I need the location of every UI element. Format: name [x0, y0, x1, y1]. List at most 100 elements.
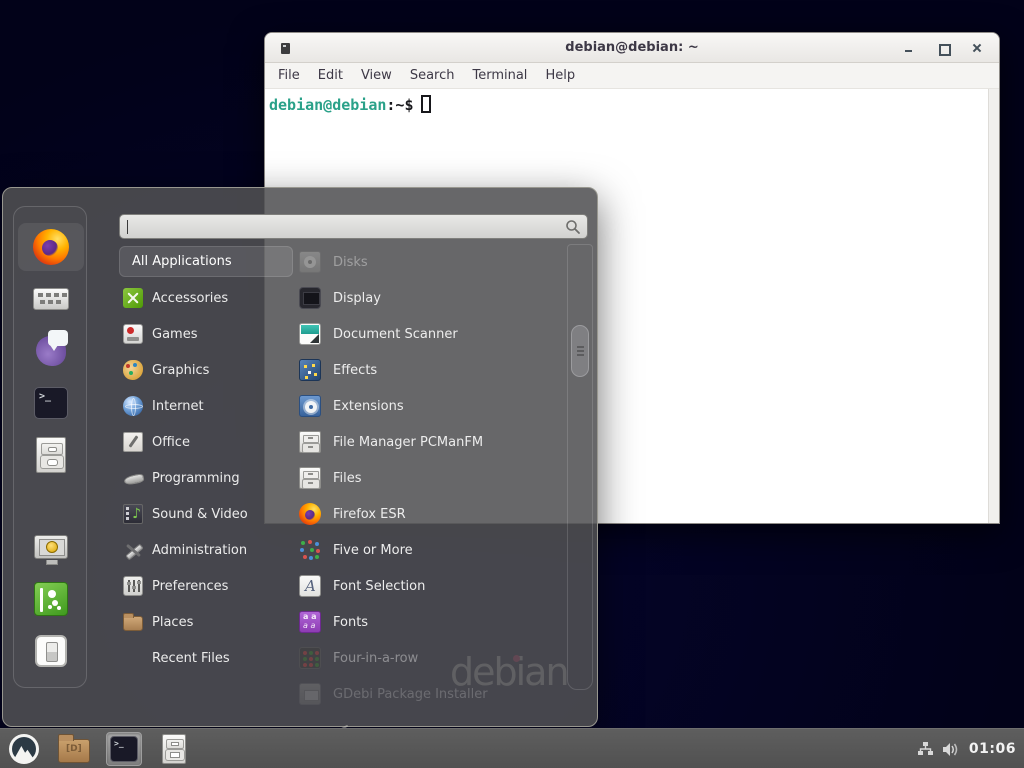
menu-help[interactable]: Help	[536, 65, 584, 86]
taskbar-terminal-button[interactable]: >_	[106, 732, 142, 766]
app-firefox-esr[interactable]: Firefox ESR	[293, 496, 569, 532]
prompt-user-host: debian@debian	[269, 96, 386, 114]
app-four-in-a-row[interactable]: Four-in-a-row	[293, 640, 569, 676]
category-programming[interactable]: Programming	[119, 460, 293, 496]
taskbar-files-button[interactable]	[156, 732, 192, 766]
fonts-icon	[299, 611, 321, 633]
menu-logo-icon	[9, 734, 39, 764]
application-menu: >_ All Applications Accessories Games Gr…	[2, 187, 598, 727]
category-games[interactable]: Games	[119, 316, 293, 352]
taskbar: >_ 01:06	[0, 728, 1024, 768]
terminal-scrollbar[interactable]	[988, 89, 999, 523]
lock-screen-icon	[34, 535, 68, 559]
text-caret	[127, 220, 128, 234]
terminal-icon: >_	[110, 736, 138, 762]
category-list: All Applications Accessories Games Graph…	[119, 244, 293, 676]
terminal-prompt: debian@debian:~$	[265, 89, 999, 114]
category-administration[interactable]: Administration	[119, 532, 293, 568]
terminal-cursor	[421, 95, 431, 113]
menu-button[interactable]	[6, 732, 42, 766]
app-gdebi-package-installer[interactable]: GDebi Package Installer	[293, 676, 569, 712]
app-five-or-more[interactable]: Five or More	[293, 532, 569, 568]
administration-tools-icon	[123, 540, 143, 560]
category-preferences[interactable]: Preferences	[119, 568, 293, 604]
prompt-path: :~$	[386, 96, 413, 114]
category-sound-video[interactable]: Sound & Video	[119, 496, 293, 532]
menu-search[interactable]: Search	[401, 65, 464, 86]
favorites-panel: >_	[13, 206, 87, 688]
firefox-icon	[299, 503, 321, 525]
favorite-screensaver[interactable]	[18, 523, 84, 571]
menu-file[interactable]: File	[269, 65, 309, 86]
extensions-gear-icon	[299, 395, 321, 417]
application-list: Disks Display Document Scanner Effects E…	[293, 244, 569, 712]
games-icon	[123, 324, 143, 344]
five-or-more-icon	[299, 539, 321, 561]
favorite-shutdown[interactable]	[18, 627, 84, 675]
app-fonts[interactable]: Fonts	[293, 604, 569, 640]
category-graphics[interactable]: Graphics	[119, 352, 293, 388]
menu-view[interactable]: View	[352, 65, 401, 86]
office-icon	[123, 432, 143, 452]
minimize-button[interactable]	[903, 42, 915, 54]
effects-icon	[299, 359, 321, 381]
file-cabinet-icon	[162, 734, 186, 764]
category-recent-files[interactable]: Recent Files	[119, 640, 293, 676]
category-all-applications[interactable]: All Applications	[119, 246, 293, 277]
favorite-file-manager[interactable]	[18, 431, 84, 479]
clock[interactable]: 01:06	[969, 741, 1016, 757]
folder-icon	[58, 739, 90, 763]
category-internet[interactable]: Internet	[119, 388, 293, 424]
logout-icon	[34, 582, 68, 616]
app-effects[interactable]: Effects	[293, 352, 569, 388]
terminal-titlebar[interactable]: debian@debian: ~	[265, 33, 999, 63]
shutdown-icon	[35, 635, 67, 667]
app-font-selection[interactable]: Font Selection	[293, 568, 569, 604]
category-accessories[interactable]: Accessories	[119, 280, 293, 316]
gdebi-icon	[299, 683, 321, 705]
keyboard-package-icon	[33, 288, 69, 310]
search-input[interactable]	[130, 217, 550, 236]
taskbar-file-manager-button[interactable]	[56, 732, 92, 766]
pidgin-icon	[36, 336, 66, 366]
firefox-icon	[33, 229, 69, 265]
desktop: debian debian@debian: ~ File Edit View S…	[0, 0, 1024, 768]
programming-icon	[123, 468, 143, 488]
favorite-terminal[interactable]: >_	[18, 379, 84, 427]
menu-search-field[interactable]	[119, 214, 588, 239]
favorite-logout[interactable]	[18, 575, 84, 623]
app-extensions[interactable]: Extensions	[293, 388, 569, 424]
disks-icon	[299, 251, 321, 273]
file-cabinet-icon	[299, 467, 321, 489]
terminal-icon: >_	[34, 387, 68, 419]
category-office[interactable]: Office	[119, 424, 293, 460]
app-disks[interactable]: Disks	[293, 244, 569, 280]
favorite-firefox[interactable]	[18, 223, 84, 271]
display-icon	[299, 287, 321, 309]
app-display[interactable]: Display	[293, 280, 569, 316]
category-places[interactable]: Places	[119, 604, 293, 640]
accessories-icon	[123, 288, 143, 308]
terminal-menubar: File Edit View Search Terminal Help	[265, 63, 999, 89]
scanner-icon	[299, 323, 321, 345]
places-folder-icon	[123, 616, 143, 631]
file-cabinet-icon	[36, 437, 66, 473]
app-files[interactable]: Files	[293, 460, 569, 496]
maximize-button[interactable]	[937, 42, 949, 54]
menu-edit[interactable]: Edit	[309, 65, 352, 86]
four-in-a-row-icon	[299, 647, 321, 669]
network-icon[interactable]	[917, 741, 934, 758]
favorite-package-installer[interactable]	[18, 275, 84, 323]
font-selection-icon	[299, 575, 321, 597]
app-file-manager-pcmanfm[interactable]: File Manager PCManFM	[293, 424, 569, 460]
graphics-icon	[123, 360, 143, 380]
menu-terminal[interactable]: Terminal	[463, 65, 536, 86]
menu-scrollbar-thumb[interactable]	[571, 325, 589, 377]
search-icon	[565, 219, 581, 235]
app-document-scanner[interactable]: Document Scanner	[293, 316, 569, 352]
close-button[interactable]	[971, 42, 983, 54]
favorite-pidgin[interactable]	[18, 327, 84, 375]
file-cabinet-icon	[299, 431, 321, 453]
menu-scrollbar-track[interactable]	[567, 244, 593, 690]
volume-icon[interactable]	[942, 741, 961, 758]
